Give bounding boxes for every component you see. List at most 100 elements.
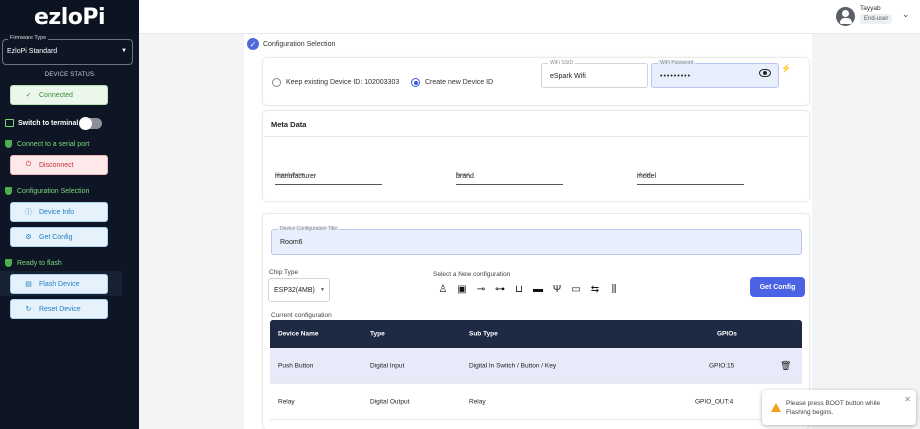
chip-type-value: ESP32(4MB) — [274, 287, 315, 294]
connected-button[interactable]: ✓ Connected — [10, 85, 108, 105]
transfer-icon[interactable]: ⇆ — [589, 283, 601, 295]
pins-icon[interactable]: ⫼ — [608, 283, 620, 295]
terminal-icon — [5, 119, 14, 127]
manufacturer-field[interactable]: Manufacturer manufacturer — [275, 172, 382, 185]
col-device-name: Device Name — [278, 330, 319, 338]
wifi-password-label: WiFi Password — [658, 60, 696, 66]
model-field[interactable]: Model model — [637, 172, 744, 185]
breadcrumb: ✓ Configuration Selection — [247, 38, 335, 50]
config-selection-section: Configuration Selection — [5, 187, 89, 195]
current-config-label: Current configuration — [271, 312, 332, 319]
breadcrumb-label: Configuration Selection — [263, 40, 336, 48]
connect-serial-label: Connect to a serial port — [17, 140, 90, 148]
keep-device-id-label: Keep existing Device ID: 102003303 — [286, 79, 400, 86]
device-status-title: DEVICE STATUS — [44, 72, 95, 78]
power-icon: ⏻ — [25, 161, 32, 168]
wifi-off-icon: ⚡ — [781, 64, 791, 73]
display-icon[interactable]: ▭ — [570, 283, 582, 295]
get-config-sidebar-label: Get Config — [39, 233, 73, 241]
chevron-down-icon[interactable]: ⌄ — [902, 9, 910, 20]
user-name: Tayyab — [860, 5, 881, 12]
wifi-password-value: ••••••••• — [660, 73, 692, 80]
serial-icon[interactable]: ▬ — [532, 283, 544, 295]
flash-device-label: Flash Device — [39, 280, 80, 288]
boot-toast: Please press BOOT button while Flashing … — [762, 390, 916, 425]
get-config-sidebar-button[interactable]: ⚙ Get Config — [10, 227, 108, 247]
caret-down-icon: ▼ — [121, 48, 127, 54]
toast-message: Please press BOOT button while Flashing … — [786, 400, 881, 416]
check-circle-icon: ✓ — [247, 38, 259, 50]
connected-label: Connected — [39, 91, 73, 99]
trash-icon[interactable]: 🗑 — [780, 360, 791, 371]
table-row[interactable]: Relay Digital Output Relay GPIO_OUT:4 — [270, 384, 802, 420]
keep-device-id-radio[interactable]: Keep existing Device ID: 102003303 — [272, 78, 399, 87]
get-config-button[interactable]: Get Config — [750, 277, 805, 297]
reset-device-label: Reset Device — [39, 305, 81, 313]
antenna-icon[interactable]: Ψ — [551, 283, 563, 295]
device-info-label: Device Info — [39, 208, 75, 216]
row-type: Digital Input — [370, 362, 405, 369]
box-sensor-icon[interactable]: ⊔ — [513, 283, 525, 295]
meta-data-card — [263, 111, 809, 201]
disconnect-button[interactable]: ⏻ Disconnect — [10, 155, 108, 175]
sidebar: ezloPi Firmware Type EzloPi Standard ▼ D… — [0, 0, 139, 429]
row-sub-type: Relay — [469, 398, 486, 405]
connect-serial-section: Connect to a serial port — [5, 140, 89, 148]
switch-icon[interactable]: ⊸ — [475, 283, 487, 295]
check-icon: ✓ — [25, 92, 32, 99]
select-new-config-label: Select a New configuration — [433, 271, 511, 278]
chip-type-label: Chip Type — [269, 269, 299, 276]
user-role-badge: End-user — [860, 14, 893, 24]
reset-icon: ↻ — [25, 306, 32, 313]
config-title-field[interactable]: Device Configuration Title Room6 — [271, 226, 802, 255]
create-device-id-label: Create new Device ID — [425, 79, 494, 86]
wifi-ssid-field[interactable]: WiFi SSID eSpark Wifi — [541, 60, 648, 88]
close-icon[interactable]: ✕ — [904, 395, 911, 404]
caret-down-icon: ▼ — [320, 287, 325, 293]
radio-checked-icon — [411, 78, 420, 87]
ready-flash-label: Ready to flash — [17, 259, 62, 267]
gear-icon: ⚙ — [25, 234, 32, 241]
wifi-ssid-label: WiFi SSID — [548, 60, 576, 66]
reset-device-button[interactable]: ↻ Reset Device — [10, 299, 108, 319]
relay-icon[interactable]: ▣ — [456, 283, 468, 295]
table-row[interactable]: Push Button Digital Input Digital In Swi… — [270, 348, 802, 384]
top-bar — [139, 0, 920, 34]
warning-icon — [771, 403, 781, 412]
wifi-ssid-value: eSpark Wifi — [550, 73, 586, 80]
col-gpios: GPIOs — [717, 330, 737, 338]
config-selection-label: Configuration Selection — [17, 187, 90, 195]
ready-flash-section: Ready to flash — [5, 259, 62, 267]
user-avatar-icon[interactable] — [836, 7, 855, 26]
brand-field[interactable]: Brand brand — [456, 172, 563, 185]
firmware-type-value: EzloPi Standard — [7, 48, 58, 55]
row-gpio: GPIO_OUT:4 — [695, 398, 734, 405]
device-type-icons: ♙ ▣ ⊸ ⊶ ⊔ ▬ Ψ ▭ ⇆ ⫼ — [437, 283, 620, 295]
sensor-icon[interactable]: ⊶ — [494, 283, 506, 295]
table-header: Device Name Type Sub Type GPIOs — [270, 320, 802, 348]
create-device-id-radio[interactable]: Create new Device ID — [411, 78, 493, 87]
brand-value: brand — [456, 173, 474, 180]
switch-terminal-label: Switch to terminal — [18, 119, 79, 127]
divider — [263, 136, 809, 137]
col-sub-type: Sub Type — [469, 330, 498, 338]
flash-device-button[interactable]: ▤ Flash Device — [10, 274, 108, 294]
row-gpio: GPIO:15 — [709, 362, 735, 369]
shield-check-icon — [5, 187, 12, 195]
config-title-label: Device Configuration Title — [278, 226, 339, 232]
led-icon[interactable]: ♙ — [437, 283, 449, 295]
model-value: model — [637, 173, 657, 180]
radio-unchecked-icon — [272, 78, 281, 87]
device-info-button[interactable]: ⓘ Device Info — [10, 202, 108, 222]
flash-icon: ▤ — [25, 281, 32, 288]
chip-type-select[interactable]: Chip Type ESP32(4MB) ▼ — [268, 269, 330, 302]
switch-terminal-toggle[interactable] — [79, 117, 102, 130]
app-logo: ezloPi — [0, 0, 139, 34]
config-title-value: Room6 — [280, 239, 303, 246]
row-sub-type: Digital In Switch / Button / Key — [469, 362, 557, 369]
manufacturer-value: manufacturer — [275, 173, 317, 180]
row-device-name: Push Button — [278, 362, 314, 369]
shield-check-icon — [5, 140, 12, 148]
eye-icon[interactable] — [759, 69, 771, 77]
firmware-type-select[interactable]: Firmware Type EzloPi Standard ▼ — [2, 35, 133, 65]
